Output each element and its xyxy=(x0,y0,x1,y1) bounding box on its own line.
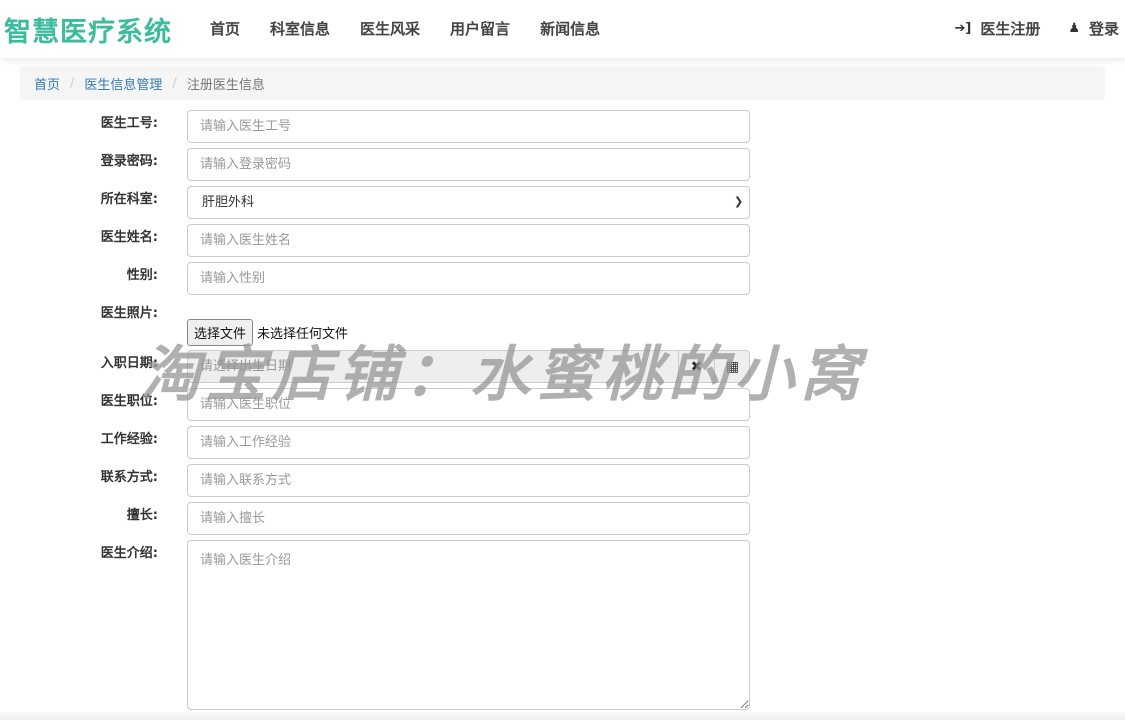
hire-date-label: 入职日期: xyxy=(100,356,158,371)
nav-item-departments[interactable]: 科室信息 xyxy=(270,18,330,39)
hire-date-input[interactable] xyxy=(188,351,678,382)
specialty-input[interactable] xyxy=(187,502,750,535)
choose-file-button[interactable]: 选择文件 xyxy=(187,319,254,346)
breadcrumb-separator: / xyxy=(70,75,75,91)
doctor-name-label: 医生姓名: xyxy=(100,230,158,245)
sign-in-icon: ➔] xyxy=(954,21,972,36)
calendar-icon[interactable]: ▦ xyxy=(714,351,749,382)
sex-input[interactable] xyxy=(187,262,750,295)
breadcrumb-doctor-manage[interactable]: 医生信息管理 xyxy=(84,74,162,93)
experience-label: 工作经验: xyxy=(100,432,158,447)
file-status-text: 未选择任何文件 xyxy=(257,327,349,342)
doctor-register-link[interactable]: ➔] 医生注册 xyxy=(954,18,1040,39)
user-icon: ♟ xyxy=(1068,21,1080,36)
doctor-name-input[interactable] xyxy=(187,224,750,257)
brand-logo[interactable]: 智慧医疗系统 xyxy=(4,10,172,49)
password-input[interactable] xyxy=(187,148,750,181)
specialty-label: 擅长: xyxy=(126,508,158,523)
nav-right: ➔] 医生注册 ♟ 登录 xyxy=(926,18,1119,39)
login-label: 登录 xyxy=(1088,20,1119,38)
breadcrumb-home[interactable]: 首页 xyxy=(34,74,60,93)
photo-file-picker: 选择文件 未选择任何文件 xyxy=(187,319,348,346)
breadcrumb-current: 注册医生信息 xyxy=(186,77,265,93)
contact-input[interactable] xyxy=(187,464,750,497)
department-select[interactable]: 肝胆外科 xyxy=(187,186,750,219)
contact-label: 联系方式: xyxy=(100,470,158,485)
nav-item-home[interactable]: 首页 xyxy=(210,18,240,39)
doctor-register-label: 医生注册 xyxy=(980,20,1041,38)
hire-date-picker: ✖ ▦ xyxy=(187,350,750,383)
nav-menu: 首页 科室信息 医生风采 用户留言 新闻信息 xyxy=(210,18,630,39)
photo-label: 医生照片: xyxy=(100,306,158,321)
department-label: 所在科室: xyxy=(100,192,158,207)
login-link[interactable]: ♟ 登录 xyxy=(1068,18,1119,39)
nav-item-messages[interactable]: 用户留言 xyxy=(450,18,510,39)
password-label: 登录密码: xyxy=(100,154,158,169)
sex-label: 性别: xyxy=(126,268,158,283)
position-label: 医生职位: xyxy=(100,394,158,409)
position-input[interactable] xyxy=(187,388,750,421)
navbar: 智慧医疗系统 首页 科室信息 医生风采 用户留言 新闻信息 ➔] 医生注册 ♟ … xyxy=(0,0,1125,58)
experience-input[interactable] xyxy=(187,426,750,459)
nav-item-news[interactable]: 新闻信息 xyxy=(540,18,600,39)
intro-label: 医生介绍: xyxy=(100,546,158,561)
footer-divider xyxy=(0,712,1125,720)
nav-item-doctors[interactable]: 医生风采 xyxy=(360,18,420,39)
doctor-id-label: 医生工号: xyxy=(100,116,158,131)
doctor-id-input[interactable] xyxy=(187,110,750,143)
breadcrumb: 首页 / 医生信息管理 / 注册医生信息 xyxy=(20,66,1105,100)
breadcrumb-separator: / xyxy=(172,75,177,91)
times-icon[interactable]: ✖ xyxy=(678,351,714,382)
intro-textarea[interactable] xyxy=(187,540,750,710)
